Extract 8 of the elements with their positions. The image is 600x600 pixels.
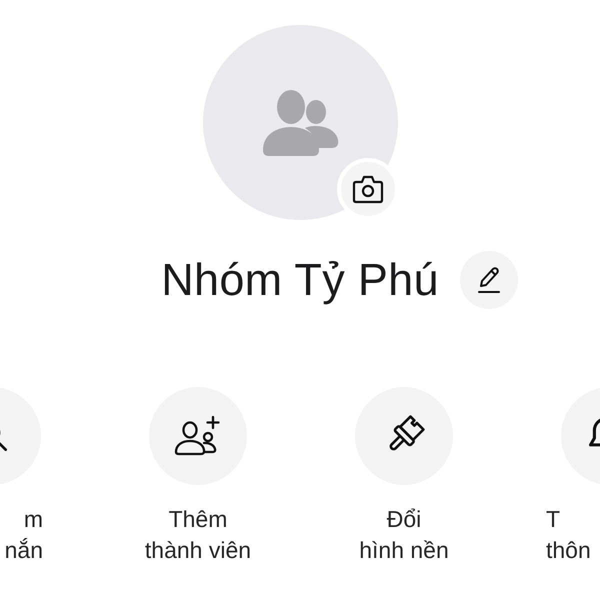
camera-icon	[352, 174, 384, 204]
group-name: Nhóm Tỷ Phú	[161, 253, 439, 307]
action-label: Thêm thành viên	[144, 505, 252, 565]
pencil-icon	[476, 266, 502, 294]
people-icon	[261, 90, 339, 157]
action-label: T thôn	[546, 505, 591, 565]
action-label: Đổi hình nền	[359, 505, 449, 565]
action-label: m nắn	[4, 505, 43, 565]
